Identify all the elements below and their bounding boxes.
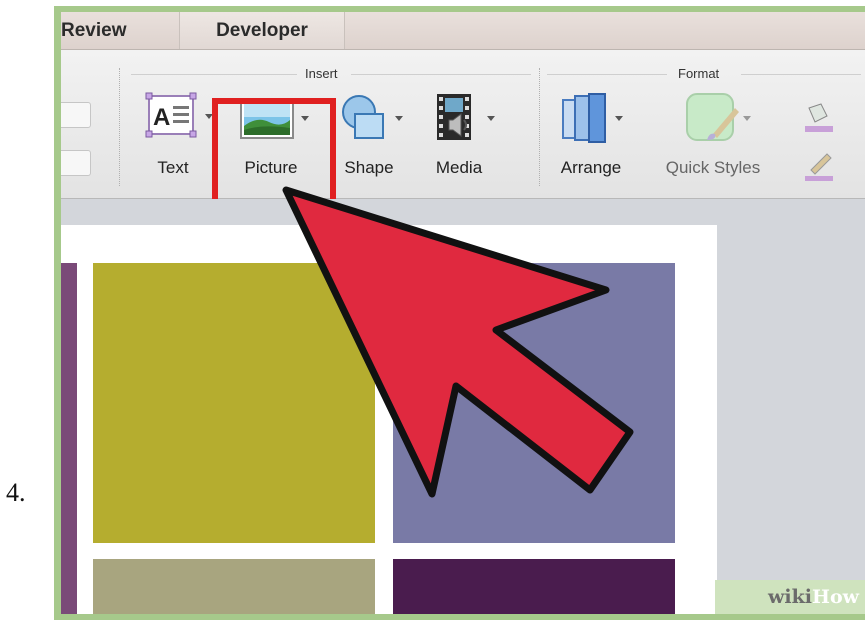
shape-button-label: Shape [344, 158, 394, 177]
slide-block-purple [61, 263, 77, 614]
media-button[interactable]: Media [413, 90, 505, 190]
slide-block-olive [93, 263, 375, 543]
arrange-button[interactable]: Arrange [545, 90, 637, 190]
media-icon [423, 90, 495, 146]
fill-color-icon[interactable] [801, 102, 841, 136]
text-button[interactable]: A Text [133, 90, 213, 190]
quick-styles-button-label: Quick Styles [665, 158, 761, 177]
watermark-part1: wiki [768, 586, 813, 608]
separator [539, 68, 540, 186]
slide-workspace: wiki How [61, 199, 865, 614]
slide-canvas[interactable] [61, 225, 717, 614]
line-color-icon[interactable] [801, 150, 841, 184]
ribbon: Insert Format A Text Picture Shape Media… [61, 50, 865, 224]
wikihow-watermark: wiki How [715, 580, 865, 614]
watermark-part2: How [812, 586, 859, 608]
partial-control[interactable] [61, 150, 91, 176]
group-divider [547, 74, 667, 75]
slide-block-plum [393, 559, 675, 614]
arrange-button-label: Arrange [560, 158, 622, 177]
group-divider [131, 74, 297, 75]
quick-styles-icon [677, 90, 751, 146]
text-button-label: Text [157, 158, 189, 177]
slide-block-khaki [93, 559, 375, 614]
tab-review[interactable]: Review [61, 12, 167, 49]
separator [119, 68, 120, 186]
group-title-format: Format [678, 66, 720, 81]
screenshot-frame: Review Developer Insert Format A Text Pi… [54, 6, 865, 620]
svg-text:A: A [153, 104, 170, 131]
group-divider [741, 74, 861, 75]
app-window: Review Developer Insert Format A Text Pi… [61, 12, 865, 614]
shape-icon [333, 90, 405, 146]
arrange-icon [555, 90, 627, 146]
group-divider [351, 74, 531, 75]
shape-button[interactable]: Shape [329, 90, 409, 190]
step-number: 4. [6, 478, 26, 507]
tab-developer[interactable]: Developer [179, 12, 345, 49]
text-box-icon: A [137, 90, 213, 146]
partial-control[interactable] [61, 102, 91, 128]
media-button-label: Media [435, 158, 483, 177]
ribbon-tab-bar: Review Developer [61, 12, 865, 50]
group-title-insert: Insert [305, 66, 338, 81]
slide-block-slate [393, 263, 675, 543]
quick-styles-button[interactable]: Quick Styles [651, 90, 775, 190]
